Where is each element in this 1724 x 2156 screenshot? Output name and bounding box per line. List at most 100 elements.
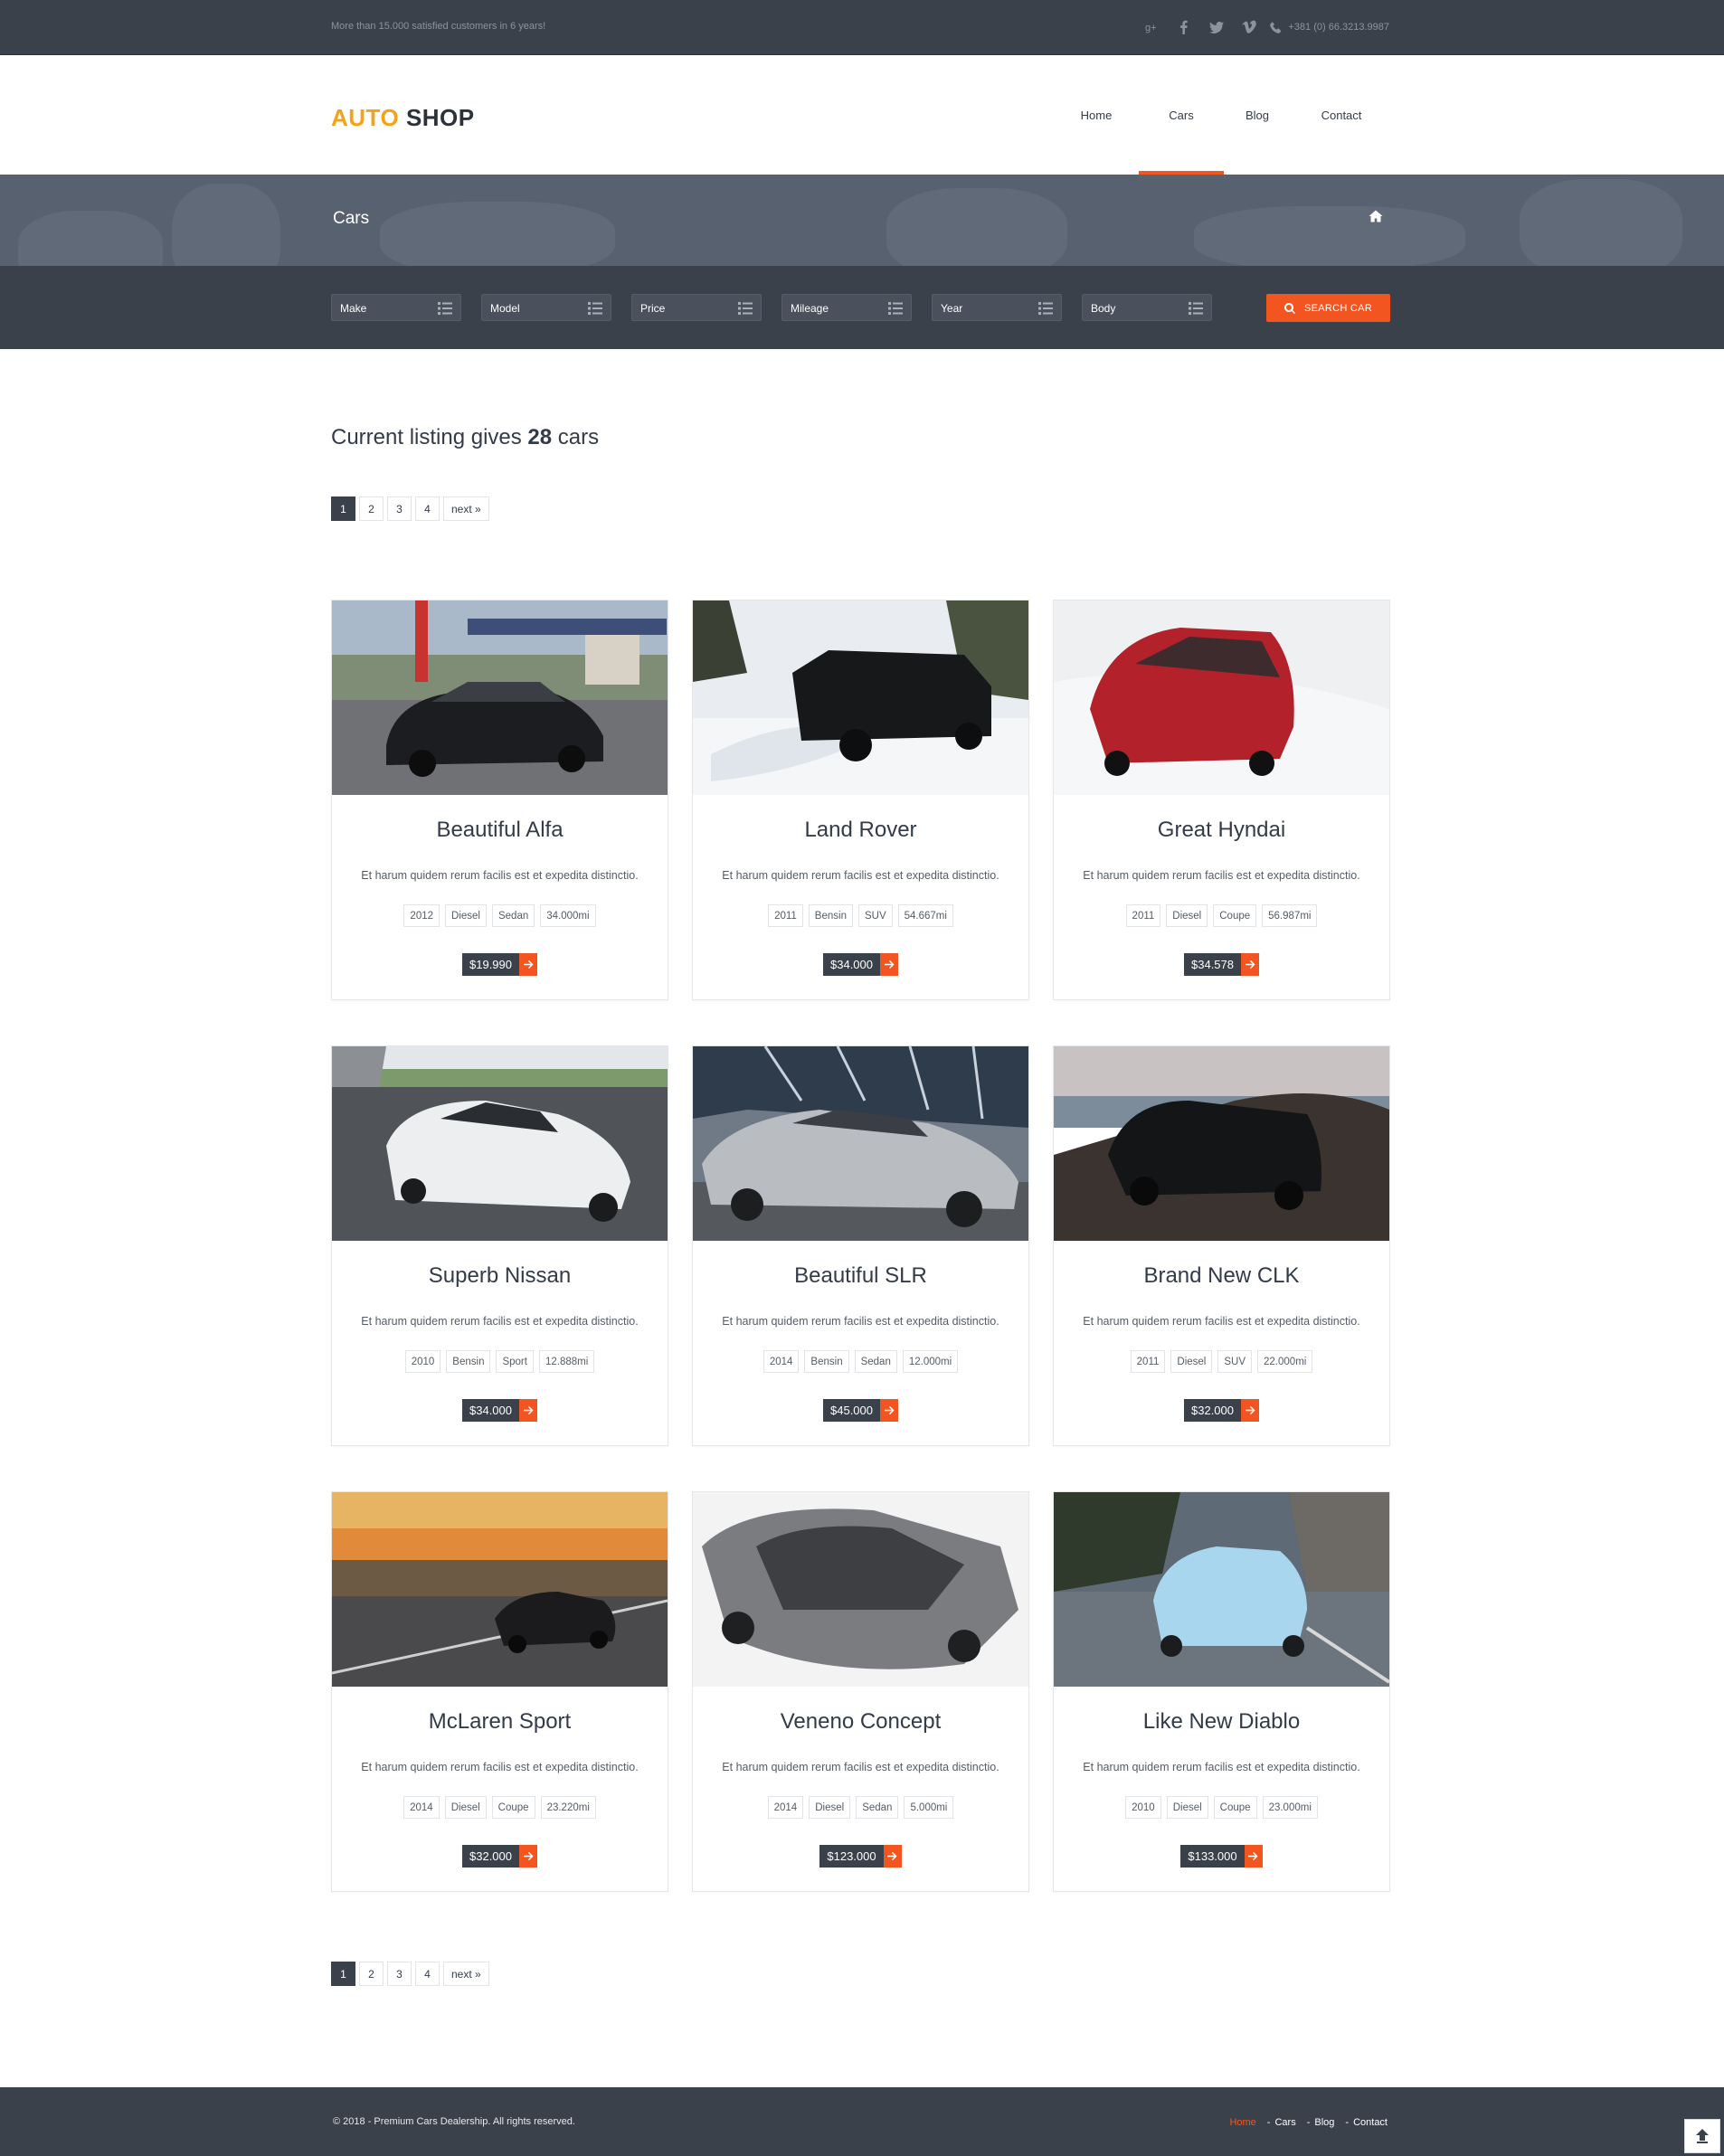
listing-count: 28 bbox=[527, 425, 553, 449]
page-link-4[interactable]: 4 bbox=[415, 1962, 440, 1986]
page-link-3[interactable]: 3 bbox=[387, 1962, 412, 1986]
spec-year: 2011 bbox=[1125, 904, 1161, 927]
logo[interactable]: AUTO SHOP bbox=[331, 104, 475, 132]
site-header: AUTO SHOP Home Cars Blog Contact bbox=[0, 55, 1724, 175]
car-specs: 2010 Diesel Coupe 23.000mi bbox=[1054, 1796, 1389, 1819]
car-card: Beautiful SLR Et harum quidem rerum faci… bbox=[692, 1045, 1029, 1446]
filter-label: Price bbox=[640, 302, 666, 315]
price-button[interactable]: $32.000 bbox=[332, 1845, 668, 1868]
car-price[interactable]: $19.990 bbox=[462, 953, 519, 976]
car-price[interactable]: $32.000 bbox=[1184, 1399, 1241, 1422]
car-title[interactable]: Like New Diablo bbox=[1054, 1709, 1389, 1735]
page-title: Cars bbox=[333, 209, 370, 228]
car-title[interactable]: Beautiful SLR bbox=[693, 1263, 1028, 1289]
filter-select-body[interactable]: Body bbox=[1082, 294, 1212, 321]
car-photo[interactable] bbox=[693, 1046, 1028, 1241]
page-link-1[interactable]: 1 bbox=[331, 1962, 355, 1986]
arrow-up-icon bbox=[1696, 2129, 1709, 2143]
price-button[interactable]: $45.000 bbox=[693, 1399, 1028, 1422]
arrow-right-icon[interactable] bbox=[519, 953, 537, 976]
vimeo-icon[interactable] bbox=[1233, 16, 1265, 38]
footer-link-cars[interactable]: Cars bbox=[1274, 2117, 1295, 2128]
car-photo[interactable] bbox=[693, 1492, 1028, 1687]
spec-mileage: 12.000mi bbox=[902, 1350, 959, 1373]
car-description: Et harum quidem rerum facilis est et exp… bbox=[722, 1315, 999, 1328]
arrow-right-icon[interactable] bbox=[1241, 1399, 1259, 1422]
page-link-2[interactable]: 2 bbox=[359, 496, 384, 521]
site-footer: © 2018 - Premium Cars Dealership. All ri… bbox=[0, 2087, 1724, 2156]
page-link-next[interactable]: next » bbox=[443, 1962, 489, 1986]
arrow-right-icon[interactable] bbox=[519, 1845, 537, 1868]
filter-select-price[interactable]: Price bbox=[631, 294, 762, 321]
google-plus-icon[interactable]: g+ bbox=[1135, 16, 1168, 38]
car-title[interactable]: Superb Nissan bbox=[332, 1263, 668, 1289]
car-description: Et harum quidem rerum facilis est et exp… bbox=[1083, 1761, 1360, 1773]
price-button[interactable]: $34.000 bbox=[693, 953, 1028, 976]
car-price[interactable]: $123.000 bbox=[819, 1845, 884, 1868]
car-price[interactable]: $32.000 bbox=[462, 1845, 519, 1868]
arrow-right-icon[interactable] bbox=[880, 953, 898, 976]
footer-link-home[interactable]: Home bbox=[1229, 2117, 1255, 2128]
car-price[interactable]: $45.000 bbox=[823, 1399, 880, 1422]
facebook-icon[interactable] bbox=[1168, 16, 1200, 38]
arrow-right-icon[interactable] bbox=[883, 1845, 902, 1868]
footer-link-contact[interactable]: Contact bbox=[1353, 2117, 1388, 2128]
page-link-2[interactable]: 2 bbox=[359, 1962, 384, 1986]
car-photo[interactable] bbox=[693, 600, 1028, 795]
home-icon[interactable] bbox=[1369, 209, 1383, 228]
nav-item-home[interactable]: Home bbox=[1054, 55, 1139, 175]
list-icon bbox=[738, 302, 753, 315]
car-price[interactable]: $133.000 bbox=[1180, 1845, 1245, 1868]
filter-select-mileage[interactable]: Mileage bbox=[781, 294, 912, 321]
price-button[interactable]: $123.000 bbox=[693, 1845, 1028, 1868]
spec-body: Sedan bbox=[856, 1796, 899, 1819]
spec-fuel: Bensin bbox=[804, 1350, 849, 1373]
phone-contact: +381 (0) 66.3213.9987 bbox=[1269, 21, 1389, 34]
car-price[interactable]: $34.578 bbox=[1184, 953, 1241, 976]
car-photo[interactable] bbox=[332, 1492, 668, 1687]
car-title[interactable]: Great Hyndai bbox=[1054, 818, 1389, 843]
filter-select-make[interactable]: Make bbox=[331, 294, 461, 321]
car-title[interactable]: Beautiful Alfa bbox=[332, 818, 668, 843]
spec-year: 2012 bbox=[403, 904, 440, 927]
spec-body: Sport bbox=[496, 1350, 534, 1373]
car-photo[interactable] bbox=[1054, 1046, 1389, 1241]
scroll-to-top-button[interactable] bbox=[1684, 2119, 1720, 2153]
page-link-next[interactable]: next » bbox=[443, 496, 489, 521]
page-link-1[interactable]: 1 bbox=[331, 496, 355, 521]
car-photo[interactable] bbox=[332, 600, 668, 795]
car-card: Veneno Concept Et harum quidem rerum fac… bbox=[692, 1491, 1029, 1892]
nav-item-contact[interactable]: Contact bbox=[1291, 55, 1392, 175]
arrow-right-icon[interactable] bbox=[1244, 1845, 1263, 1868]
car-title[interactable]: McLaren Sport bbox=[332, 1709, 668, 1735]
price-button[interactable]: $34.000 bbox=[332, 1399, 668, 1422]
arrow-right-icon[interactable] bbox=[1241, 953, 1259, 976]
nav-item-blog[interactable]: Blog bbox=[1224, 55, 1291, 175]
search-car-button[interactable]: SEARCH CAR bbox=[1266, 294, 1390, 322]
price-button[interactable]: $19.990 bbox=[332, 953, 668, 976]
spec-year: 2014 bbox=[763, 1350, 800, 1373]
car-title[interactable]: Land Rover bbox=[693, 818, 1028, 843]
arrow-right-icon[interactable] bbox=[519, 1399, 537, 1422]
spec-mileage: 34.000mi bbox=[540, 904, 596, 927]
car-description: Et harum quidem rerum facilis est et exp… bbox=[722, 869, 999, 882]
page-link-3[interactable]: 3 bbox=[387, 496, 412, 521]
price-button[interactable]: $34.578 bbox=[1054, 953, 1389, 976]
filter-select-model[interactable]: Model bbox=[481, 294, 611, 321]
footer-link-blog[interactable]: Blog bbox=[1314, 2117, 1334, 2128]
car-photo[interactable] bbox=[1054, 1492, 1389, 1687]
arrow-right-icon[interactable] bbox=[880, 1399, 898, 1422]
filter-select-year[interactable]: Year bbox=[932, 294, 1062, 321]
listing-suffix: cars bbox=[557, 425, 600, 449]
page-link-4[interactable]: 4 bbox=[415, 496, 440, 521]
car-title[interactable]: Brand New CLK bbox=[1054, 1263, 1389, 1289]
car-price[interactable]: $34.000 bbox=[823, 953, 880, 976]
nav-item-cars[interactable]: Cars bbox=[1139, 55, 1224, 175]
car-photo[interactable] bbox=[332, 1046, 668, 1241]
car-title[interactable]: Veneno Concept bbox=[693, 1709, 1028, 1735]
twitter-icon[interactable] bbox=[1200, 16, 1233, 38]
car-photo[interactable] bbox=[1054, 600, 1389, 795]
price-button[interactable]: $133.000 bbox=[1054, 1845, 1389, 1868]
price-button[interactable]: $32.000 bbox=[1054, 1399, 1389, 1422]
car-price[interactable]: $34.000 bbox=[462, 1399, 519, 1422]
